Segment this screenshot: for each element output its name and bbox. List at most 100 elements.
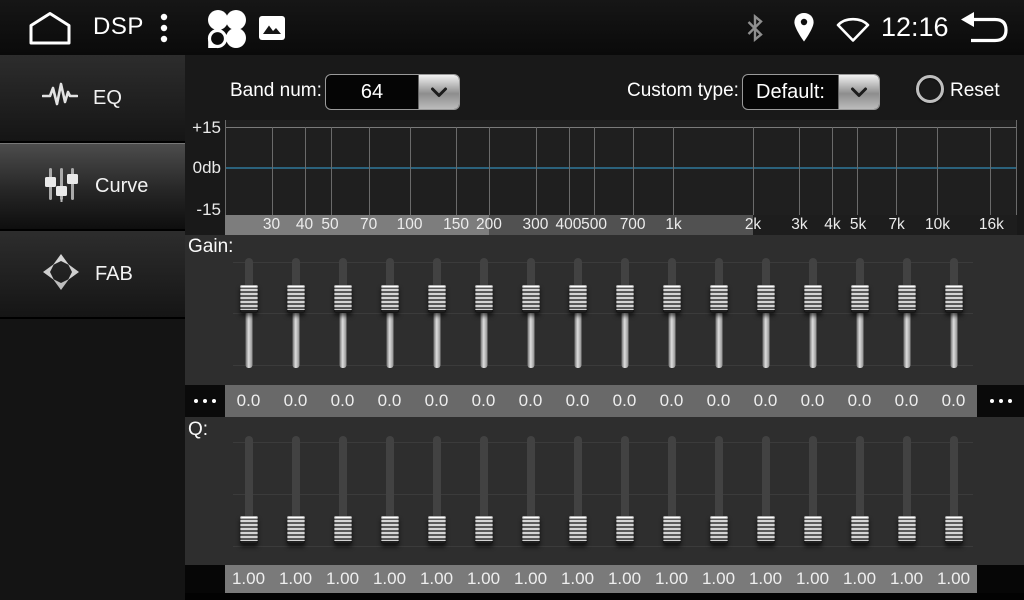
- slider-knob[interactable]: [240, 285, 258, 313]
- gain-slider[interactable]: [883, 245, 930, 378]
- top-bar: DSP: [0, 0, 1024, 55]
- gain-value: 0.0: [366, 385, 413, 417]
- slider-knob[interactable]: [569, 516, 587, 544]
- gain-slider[interactable]: [601, 245, 648, 378]
- bottom-strip: [185, 593, 1024, 600]
- q-slider[interactable]: [789, 432, 836, 565]
- q-slider[interactable]: [554, 432, 601, 565]
- location-icon: [792, 12, 816, 48]
- band-num-select[interactable]: 64: [325, 74, 460, 110]
- sidebar-item-fab[interactable]: FAB: [0, 231, 185, 319]
- custom-type-select[interactable]: Default:: [742, 74, 880, 110]
- slider-knob[interactable]: [334, 285, 352, 313]
- slider-knob[interactable]: [757, 516, 775, 544]
- gain-value: 0.0: [836, 385, 883, 417]
- slider-knob[interactable]: [757, 285, 775, 313]
- slider-knob[interactable]: [851, 516, 869, 544]
- slider-knob[interactable]: [898, 516, 916, 544]
- gallery-icon[interactable]: [259, 16, 285, 45]
- slider-knob[interactable]: [240, 516, 258, 544]
- slider-knob[interactable]: [851, 285, 869, 313]
- slider-knob[interactable]: [287, 516, 305, 544]
- slider-knob[interactable]: [663, 516, 681, 544]
- plus15-gridline: [226, 127, 1016, 128]
- slider-knob[interactable]: [475, 285, 493, 313]
- q-slider[interactable]: [836, 432, 883, 565]
- slider-knob[interactable]: [710, 516, 728, 544]
- slider-knob[interactable]: [428, 516, 446, 544]
- q-slider[interactable]: [883, 432, 930, 565]
- slider-knob[interactable]: [475, 516, 493, 544]
- chevron-down-icon: [838, 75, 879, 109]
- gain-slider[interactable]: [648, 245, 695, 378]
- gain-slider[interactable]: [742, 245, 789, 378]
- q-slider-row: [225, 432, 977, 565]
- gain-slider[interactable]: [272, 245, 319, 378]
- eq-curve-chart: +15 0db -15 3040507010015020030040050070…: [185, 120, 1024, 235]
- reset-radio[interactable]: [916, 75, 944, 103]
- freq-tick-label: 4k: [824, 215, 840, 235]
- q-slider[interactable]: [742, 432, 789, 565]
- gain-slider[interactable]: [789, 245, 836, 378]
- q-slider[interactable]: [319, 432, 366, 565]
- slider-knob[interactable]: [804, 516, 822, 544]
- slider-knob[interactable]: [381, 516, 399, 544]
- grid-line: [857, 127, 858, 215]
- slider-knob[interactable]: [616, 285, 634, 313]
- slider-knob[interactable]: [945, 516, 963, 544]
- slider-knob[interactable]: [522, 285, 540, 313]
- slider-knob[interactable]: [804, 285, 822, 313]
- slider-knob[interactable]: [710, 285, 728, 313]
- slider-knob[interactable]: [428, 285, 446, 313]
- q-slider[interactable]: [413, 432, 460, 565]
- slider-knob[interactable]: [381, 285, 399, 313]
- slider-knob[interactable]: [522, 516, 540, 544]
- q-slider[interactable]: [225, 432, 272, 565]
- app-title: DSP: [93, 13, 144, 41]
- q-slider[interactable]: [648, 432, 695, 565]
- gain-slider[interactable]: [319, 245, 366, 378]
- gain-slider[interactable]: [507, 245, 554, 378]
- clock: 12:16: [881, 12, 949, 43]
- home-icon[interactable]: [26, 10, 74, 51]
- gain-value: 0.0: [460, 385, 507, 417]
- q-slider[interactable]: [695, 432, 742, 565]
- q-slider[interactable]: [601, 432, 648, 565]
- slider-knob[interactable]: [616, 516, 634, 544]
- q-slider[interactable]: [507, 432, 554, 565]
- slider-knob[interactable]: [569, 285, 587, 313]
- gain-slider[interactable]: [413, 245, 460, 378]
- gain-slider[interactable]: [930, 245, 977, 378]
- slider-knob[interactable]: [287, 285, 305, 313]
- slider-knob[interactable]: [898, 285, 916, 313]
- gain-scroll-left-button[interactable]: [185, 385, 225, 417]
- q-slider[interactable]: [460, 432, 507, 565]
- back-button[interactable]: [960, 12, 1010, 49]
- apps-icon[interactable]: [203, 8, 247, 55]
- slider-knob[interactable]: [663, 285, 681, 313]
- gain-slider[interactable]: [460, 245, 507, 378]
- q-row-left-spacer: [185, 565, 225, 593]
- gain-value: 0.0: [695, 385, 742, 417]
- overflow-menu-icon[interactable]: [160, 13, 168, 48]
- grid-line: [753, 127, 754, 215]
- gain-slider[interactable]: [836, 245, 883, 378]
- slider-knob[interactable]: [334, 516, 352, 544]
- fader-arrows-icon: [42, 253, 80, 296]
- freq-tick-label: 30: [263, 215, 280, 235]
- slider-knob[interactable]: [945, 285, 963, 313]
- freq-axis: 304050701001502003004005007001k2k3k4k5k7…: [225, 215, 1017, 235]
- gain-slider[interactable]: [554, 245, 601, 378]
- bluetooth-icon: [745, 14, 765, 47]
- gain-scroll-right-button[interactable]: [977, 385, 1024, 417]
- q-slider[interactable]: [272, 432, 319, 565]
- sidebar-item-eq[interactable]: EQ: [0, 55, 185, 143]
- q-value: 1.00: [695, 565, 742, 593]
- gain-slider[interactable]: [225, 245, 272, 378]
- gain-slider[interactable]: [366, 245, 413, 378]
- gain-slider[interactable]: [695, 245, 742, 378]
- sidebar-item-curve[interactable]: Curve: [0, 143, 185, 231]
- q-slider[interactable]: [366, 432, 413, 565]
- ellipsis-icon: [990, 399, 994, 403]
- q-slider[interactable]: [930, 432, 977, 565]
